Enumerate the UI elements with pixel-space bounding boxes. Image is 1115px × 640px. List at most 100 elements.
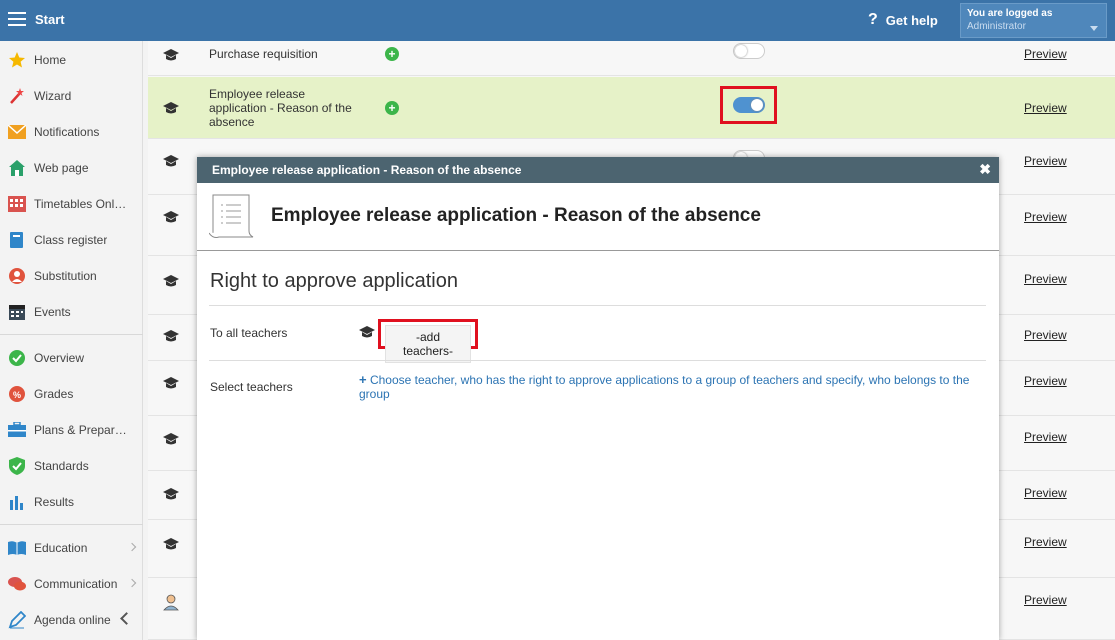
sidebar-divider bbox=[0, 334, 143, 335]
preview-link[interactable]: Preview bbox=[1024, 47, 1067, 61]
help-button[interactable]: ? Get help bbox=[868, 11, 938, 29]
sidebar-item-communication[interactable]: Communication bbox=[0, 566, 143, 602]
graduation-cap-icon bbox=[163, 432, 179, 445]
grades-icon: % bbox=[8, 385, 26, 403]
graduation-cap-icon bbox=[163, 210, 179, 223]
plus-icon: + bbox=[359, 372, 367, 387]
question-icon: ? bbox=[868, 11, 878, 28]
sidebar-item-label: Education bbox=[34, 541, 88, 555]
sidebar: Home Wizard Notifications Web page Timet… bbox=[0, 41, 143, 640]
check-circle-icon bbox=[8, 349, 26, 367]
preview-link[interactable]: Preview bbox=[1024, 374, 1067, 388]
graduation-cap-icon bbox=[163, 537, 179, 550]
sidebar-item-web-page[interactable]: Web page bbox=[0, 150, 143, 186]
dialog-header: Employee release application - Reason of… bbox=[197, 157, 999, 183]
sidebar-item-education[interactable]: Education bbox=[0, 530, 143, 566]
open-book-icon bbox=[8, 539, 26, 557]
graduation-cap-icon bbox=[163, 101, 179, 114]
briefcase-icon bbox=[8, 421, 26, 439]
choose-teacher-text: Choose teacher, who has the right to app… bbox=[359, 373, 970, 401]
envelope-icon bbox=[8, 123, 26, 141]
svg-text:%: % bbox=[13, 390, 21, 400]
sidebar-item-timetables[interactable]: Timetables Onl… bbox=[0, 186, 143, 222]
caret-down-icon bbox=[1090, 26, 1098, 31]
dialog-header-title: Employee release application - Reason of… bbox=[212, 163, 522, 177]
dialog-title: Employee release application - Reason of… bbox=[271, 205, 761, 226]
preview-link[interactable]: Preview bbox=[1024, 154, 1067, 168]
graduation-cap-icon bbox=[163, 154, 179, 167]
preview-link[interactable]: Preview bbox=[1024, 430, 1067, 444]
graduation-cap-icon bbox=[163, 487, 179, 500]
sidebar-item-label: Substitution bbox=[34, 269, 97, 283]
sidebar-item-results[interactable]: Results bbox=[0, 484, 143, 520]
sidebar-item-grades[interactable]: % Grades bbox=[0, 376, 143, 412]
enable-toggle[interactable] bbox=[733, 43, 765, 59]
preview-link[interactable]: Preview bbox=[1024, 593, 1067, 607]
shield-icon bbox=[8, 457, 26, 475]
user-menu[interactable]: You are logged as Administrator bbox=[960, 3, 1107, 38]
graduation-cap-icon bbox=[163, 376, 179, 389]
add-teachers-button[interactable]: -add teachers- bbox=[378, 319, 478, 363]
graduation-cap-icon bbox=[359, 325, 375, 342]
sidebar-item-standards[interactable]: Standards bbox=[0, 448, 143, 484]
sidebar-item-label: Overview bbox=[34, 351, 85, 365]
star-icon bbox=[8, 51, 26, 69]
sidebar-item-label: Notifications bbox=[34, 125, 100, 139]
application-settings-dialog: Employee release application - Reason of… bbox=[197, 157, 999, 640]
sidebar-item-home[interactable]: Home bbox=[0, 42, 143, 78]
sidebar-item-label: Timetables Onl… bbox=[34, 197, 127, 211]
preview-link[interactable]: Preview bbox=[1024, 101, 1067, 115]
preview-link[interactable]: Preview bbox=[1024, 535, 1067, 549]
toggle-highlight-box bbox=[720, 86, 777, 124]
graduation-cap-icon bbox=[163, 329, 179, 342]
sidebar-item-wizard[interactable]: Wizard bbox=[0, 78, 143, 114]
house-icon bbox=[8, 159, 26, 177]
wand-icon bbox=[8, 87, 26, 105]
sidebar-item-label: Grades bbox=[34, 387, 74, 401]
sidebar-item-events[interactable]: Events bbox=[0, 294, 143, 330]
list-row: Purchase requisition + Preview bbox=[148, 41, 1115, 76]
graduation-cap-icon bbox=[163, 48, 179, 61]
person-icon bbox=[8, 267, 26, 285]
sidebar-item-label: Agenda online bbox=[34, 613, 111, 627]
help-label: Get help bbox=[885, 12, 938, 28]
sidebar-item-label: Results bbox=[34, 495, 75, 509]
sidebar-item-label: Wizard bbox=[34, 89, 72, 103]
sidebar-item-label: Events bbox=[34, 305, 71, 319]
pen-icon bbox=[8, 611, 26, 629]
add-icon[interactable]: + bbox=[385, 101, 399, 115]
preview-link[interactable]: Preview bbox=[1024, 210, 1067, 224]
sidebar-item-overview[interactable]: Overview bbox=[0, 340, 143, 376]
calendar-icon bbox=[8, 303, 26, 321]
preview-link[interactable]: Preview bbox=[1024, 328, 1067, 342]
collapse-sidebar-icon[interactable] bbox=[120, 612, 133, 625]
choose-teacher-link[interactable]: + Choose teacher, who has the right to a… bbox=[359, 372, 979, 402]
close-icon[interactable]: ✖ bbox=[979, 161, 991, 178]
start-label[interactable]: Start bbox=[35, 12, 65, 27]
sidebar-item-plans[interactable]: Plans & Prepar… bbox=[0, 412, 143, 448]
dialog-title-area: Employee release application - Reason of… bbox=[197, 183, 999, 251]
hamburger-menu-icon[interactable] bbox=[8, 12, 26, 26]
timetable-icon bbox=[8, 195, 26, 213]
chat-icon bbox=[8, 575, 26, 593]
sidebar-item-notifications[interactable]: Notifications bbox=[0, 114, 143, 150]
add-icon[interactable]: + bbox=[385, 47, 399, 61]
section-title: Right to approve application bbox=[210, 270, 458, 292]
preview-link[interactable]: Preview bbox=[1024, 272, 1067, 286]
sidebar-item-agenda[interactable]: Agenda online bbox=[0, 602, 143, 638]
sidebar-item-substitution[interactable]: Substitution bbox=[0, 258, 143, 294]
sidebar-item-class-register[interactable]: Class register bbox=[0, 222, 143, 258]
divider bbox=[209, 360, 986, 361]
divider bbox=[209, 305, 986, 306]
bar-chart-icon bbox=[8, 493, 26, 511]
sidebar-item-label: Web page bbox=[34, 161, 89, 175]
row-label: Employee release application - Reason of… bbox=[209, 87, 352, 129]
preview-link[interactable]: Preview bbox=[1024, 486, 1067, 500]
teacher-icon bbox=[163, 593, 179, 611]
sidebar-item-label: Communication bbox=[34, 577, 118, 591]
sidebar-item-label: Plans & Prepar… bbox=[34, 423, 127, 437]
sidebar-item-label: Home bbox=[34, 53, 67, 67]
graduation-cap-icon bbox=[163, 274, 179, 287]
login-user: Administrator bbox=[967, 21, 1026, 32]
document-icon bbox=[208, 193, 255, 241]
